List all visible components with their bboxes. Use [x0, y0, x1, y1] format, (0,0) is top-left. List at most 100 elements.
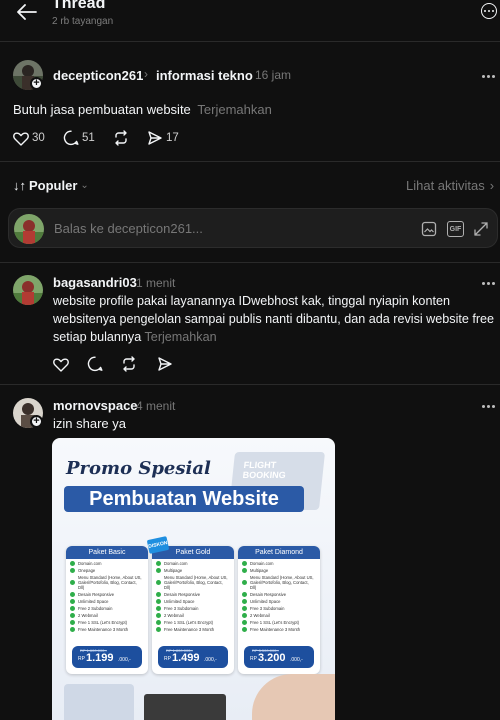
check-icon — [156, 627, 161, 632]
repost-icon — [115, 130, 127, 146]
hand-illustration — [252, 674, 335, 720]
feature-text: Free 2 Subdomain — [78, 606, 113, 611]
translate-link[interactable]: Terjemahkan — [197, 102, 271, 117]
chevron-right-icon: › — [144, 67, 148, 81]
heart-icon — [53, 357, 69, 372]
package-feature: Free 1 SSL (Let's Encrypt) — [242, 620, 316, 625]
share-button[interactable] — [157, 356, 173, 372]
translate-link[interactable]: Terjemahkan — [145, 330, 217, 344]
package-feature: Multipage — [242, 568, 316, 573]
sort-dropdown[interactable]: ↓↑ Populer ⌄ — [13, 178, 89, 193]
dot-icon — [482, 282, 485, 285]
reply-username[interactable]: mornovspace — [53, 398, 138, 413]
gif-button[interactable]: GIF — [447, 221, 464, 237]
reply-button[interactable] — [87, 356, 103, 372]
follow-button[interactable]: + — [30, 77, 43, 90]
reply-time: 1 menit — [136, 276, 176, 290]
package-price: RP 3.500.000,- RP 3.200.000,- — [244, 646, 314, 668]
share-button[interactable] — [147, 130, 163, 146]
check-icon — [156, 568, 161, 573]
repost-button[interactable] — [121, 356, 137, 372]
feature-text: Free 3 Subdomain — [164, 606, 199, 611]
feature-text: Free 3 Subdomain — [250, 606, 285, 611]
feature-text: Free Maintenance 3 Month — [164, 627, 215, 632]
send-icon — [148, 131, 162, 145]
price-suffix: .000,- — [204, 657, 217, 663]
reply-more-button[interactable] — [482, 405, 495, 408]
package-feature: Free 2 Subdomain — [70, 606, 144, 611]
reply-button[interactable] — [63, 130, 79, 146]
package-card: Paket Gold Domain.com Multipage Menu Standa… — [152, 546, 234, 674]
package-feature: Free 3 Subdomain — [156, 606, 230, 611]
expand-icon — [474, 222, 488, 236]
check-icon — [70, 606, 75, 611]
check-icon — [242, 620, 247, 625]
check-icon — [156, 592, 161, 597]
gif-icon: GIF — [449, 225, 462, 233]
feature-text: 2 Webmail — [250, 613, 270, 618]
reply-line: websitenya pengelolan sampai publis nant… — [53, 312, 495, 326]
package-feature: Multipage — [156, 568, 230, 573]
like-count: 30 — [32, 132, 45, 144]
follow-button[interactable]: + — [30, 415, 43, 428]
post-more-button[interactable] — [482, 75, 495, 78]
package-feature: Free Maintenance 3 Month — [242, 627, 316, 632]
package-feature: Free 3 Subdomain — [242, 606, 316, 611]
activity-label: Lihat aktivitas — [406, 178, 485, 193]
reply-username[interactable]: bagasandri03 — [53, 275, 137, 290]
reply-count: 51 — [82, 132, 95, 144]
reply-composer[interactable]: Balas ke decepticon261... GIF — [8, 208, 498, 248]
image-icon — [421, 221, 437, 237]
back-button[interactable] — [14, 1, 40, 23]
check-icon — [70, 580, 75, 585]
feature-text: Onepage — [78, 568, 96, 573]
sort-label: Populer — [29, 178, 78, 193]
comment-icon — [87, 356, 103, 372]
check-icon — [70, 568, 75, 573]
check-icon — [156, 561, 161, 566]
divider — [0, 161, 500, 162]
device-mockup — [64, 684, 134, 720]
promo-image[interactable]: FLIGHT BOOKING Promo Spesial Pembuatan W… — [52, 438, 335, 720]
currency-label: RP — [250, 656, 257, 662]
feature-text: Menu Standard (Home, About US, Galeri/Po… — [78, 575, 142, 590]
more-options-button[interactable] — [481, 3, 497, 19]
post-username[interactable]: decepticon261 — [53, 68, 143, 83]
arrow-left-icon — [17, 4, 37, 20]
package-feature: Unlimited Space — [70, 599, 144, 604]
like-button[interactable] — [53, 357, 69, 372]
package-price: RP 1.800.000,- RP 1.499.000,- — [158, 646, 228, 668]
price-suffix: .000,- — [290, 657, 303, 663]
reply-time: 4 menit — [136, 399, 176, 413]
avatar[interactable] — [13, 275, 43, 305]
reply-input[interactable]: Balas ke decepticon261... — [54, 221, 203, 236]
post-community[interactable]: informasi tekno — [156, 68, 253, 83]
sort-arrows-icon: ↓↑ — [13, 178, 26, 193]
image-button[interactable] — [421, 221, 437, 237]
divider — [0, 41, 500, 42]
feature-text: Free Maintenance 3 Month — [78, 627, 129, 632]
package-feature: Domain.com — [242, 561, 316, 566]
view-activity-link[interactable]: Lihat aktivitas › — [406, 178, 494, 193]
feature-text: Free 1 SSL (Let's Encrypt) — [78, 620, 128, 625]
package-feature: Domain.com — [70, 561, 144, 566]
dot-icon — [492, 75, 495, 78]
package-feature: Desain Responsive — [242, 592, 316, 597]
promo-script-title: Promo Spesial — [66, 458, 211, 479]
dot-icon — [487, 405, 490, 408]
reply-more-button[interactable] — [482, 282, 495, 285]
screen-label: FLIGHT — [243, 460, 277, 470]
check-icon — [242, 613, 247, 618]
repost-button[interactable] — [113, 130, 129, 146]
repost-icon — [123, 356, 135, 372]
feature-text: Free Maintenance 3 Month — [250, 627, 301, 632]
post-time: 16 jam — [255, 68, 292, 82]
check-icon — [242, 606, 247, 611]
package-price: RP 1.600.000,- RP 1.199.000,- — [72, 646, 142, 668]
package-feature: Free Maintenance 3 Month — [70, 627, 144, 632]
share-count: 17 — [166, 132, 179, 144]
like-button[interactable] — [13, 131, 29, 146]
avatar-photo — [14, 214, 44, 244]
expand-button[interactable] — [473, 221, 489, 237]
check-icon — [156, 613, 161, 618]
